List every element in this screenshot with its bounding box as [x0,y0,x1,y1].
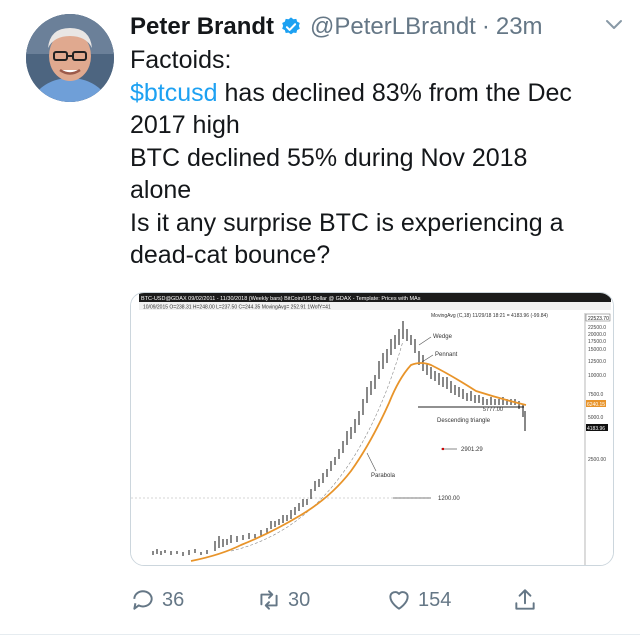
chart-header-line-1: BTC-USD@GDAX 09/02/2011 - 11/30/2018 (We… [141,296,421,302]
chart-header-line-2: 10/09/2015 O=238.31 H=248.00 L=237.50 C=… [143,305,331,311]
verified-icon [280,16,302,38]
level-2901-label: 2901.29 [461,447,483,453]
author-name[interactable]: Peter Brandt [130,13,274,41]
price-label-12500: 12500.0 [588,359,606,365]
tweet-line-6: Is it any surprise BTC is experiencing a [130,208,564,237]
tweet-header: Peter Brandt @PeterLBrandt · 23m [130,8,630,46]
price-label-17500: 17500.0 [588,339,606,345]
retweet-button[interactable]: 30 [256,584,310,616]
price-tag-ma: 6240.15 [587,402,605,408]
cashtag-link[interactable]: $btcusd [130,79,218,107]
share-icon [515,589,535,610]
level-1200-label: 1200.00 [438,496,460,502]
price-label-7500: 7500.0 [588,392,604,398]
like-button[interactable]: 154 [386,584,451,616]
author-handle[interactable]: @PeterLBrandt [310,13,476,41]
tweet-line-3: 2017 high [130,111,240,139]
divider [0,634,640,635]
like-icon [389,591,409,610]
price-label-5000: 5000.0 [588,415,604,421]
price-label-15000: 15000.0 [588,347,606,353]
tweet-line-2: $btcusd has declined 83% from the Dec [130,77,620,110]
wedge-label: Wedge [433,334,453,340]
tweet-line-7: dead-cat bounce? [130,241,331,269]
price-tag-top: 22523.70 [588,316,609,322]
tweet-line-5: alone [130,176,192,204]
descending-triangle-label: Descending triangle [437,418,491,424]
separator-dot: · [481,13,490,40]
chevron-down-icon[interactable] [602,12,626,36]
pennant-label: Pennant [435,352,458,358]
price-label-2500: 2500.00 [588,457,606,463]
level-5777-label: 5777.00 [483,407,503,413]
tweet-line-2-rest: has declined 83% from the Dec [217,78,572,107]
share-button[interactable] [512,584,544,616]
like-count: 154 [418,588,452,611]
avatar[interactable] [26,14,114,102]
tweet-actions: 36 30 154 [130,584,610,616]
reply-icon [133,590,153,610]
tweet-time[interactable]: 23m [496,13,543,41]
retweet-count: 30 [288,588,311,611]
chart-image[interactable]: BTC-USD@GDAX 09/02/2011 - 11/30/2018 (We… [130,292,614,566]
avatar-photo [26,14,114,102]
retweet-icon [260,590,278,610]
reply-count: 36 [162,588,185,611]
tweet-line-4: BTC declined 55% during Nov 2018 [130,143,528,172]
price-label-10000: 10000.0 [588,373,606,379]
chart-header-line-3: MovingAvg (C,18) 11/29/18 18:21 = 4183.9… [431,313,548,319]
price-label-22500: 22500.0 [588,325,606,331]
price-tag-last: 4183.96 [587,426,605,432]
tweet-line-1: Factoids: [130,46,232,74]
price-label-20000: 20000.0 [588,332,606,338]
reply-button[interactable]: 36 [130,584,184,616]
parabola-label: Parabola [371,473,396,479]
tweet-text: Factoids: $btcusd has declined 83% from … [130,44,620,272]
